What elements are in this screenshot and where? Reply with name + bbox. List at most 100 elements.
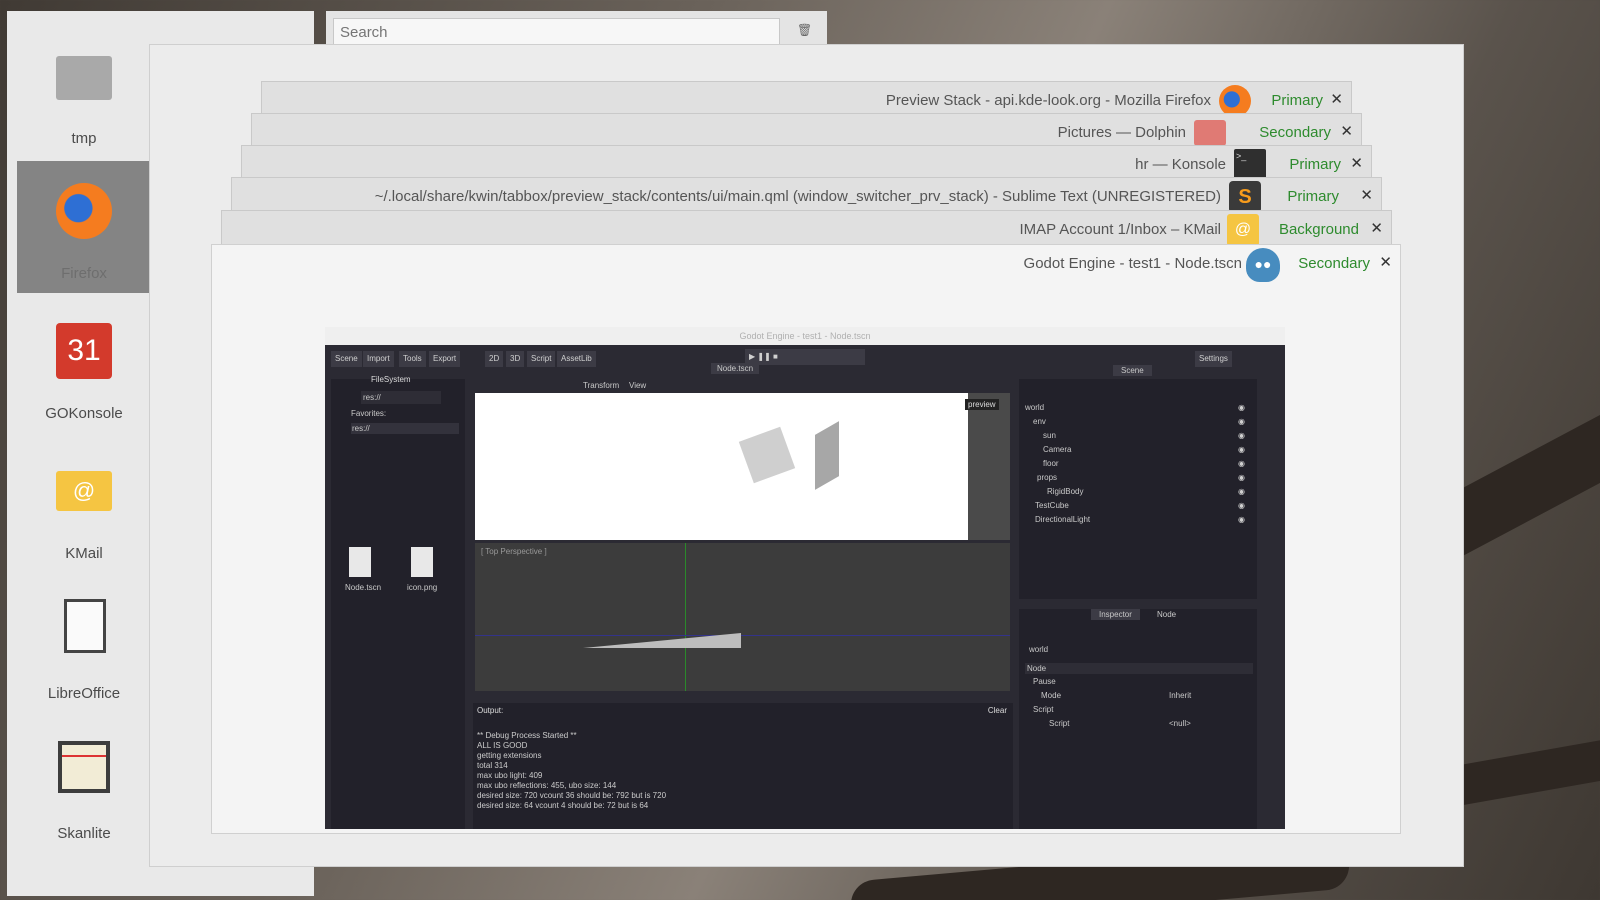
mode-script[interactable]: Script bbox=[527, 351, 556, 367]
output-line: desired size: 64 vcount 4 should be: 72 … bbox=[477, 801, 649, 810]
visibility-icon[interactable]: ◉ bbox=[1238, 459, 1245, 468]
output-line: ** Debug Process Started ** bbox=[477, 731, 577, 740]
res-folder-item[interactable]: res:// bbox=[351, 423, 459, 434]
inspector-dock: Inspector Node world Node Pause Mode Inh… bbox=[1019, 609, 1257, 829]
close-icon[interactable]: ✕ bbox=[1330, 90, 1343, 108]
clear-button[interactable]: Clear bbox=[988, 706, 1007, 715]
menu-import[interactable]: Import bbox=[363, 351, 394, 367]
scene-tree-label: RigidBody bbox=[1047, 487, 1084, 496]
visibility-icon[interactable]: ◉ bbox=[1238, 431, 1245, 440]
window-title: Godot Engine - test1 - Node.tscn bbox=[1023, 255, 1242, 272]
settings-button[interactable]: Settings bbox=[1195, 351, 1232, 367]
visibility-icon[interactable]: ◉ bbox=[1238, 473, 1245, 482]
dock-item-gokonsole[interactable]: 31 GOKonsole bbox=[17, 301, 151, 433]
scene-tree-label: sun bbox=[1043, 431, 1056, 440]
scene-dock: Scene world ◉ env ◉ sun ◉ Camera ◉ floor ◉ props ◉ R… bbox=[1019, 365, 1257, 599]
mode-assetlib[interactable]: AssetLib bbox=[557, 351, 596, 367]
scene-tree-item[interactable]: RigidBody ◉ bbox=[1025, 487, 1253, 501]
output-line: max ubo light: 409 bbox=[477, 771, 543, 780]
scene-tree-label: Camera bbox=[1043, 445, 1072, 454]
play-controls[interactable]: ▶ ❚❚ ■ bbox=[745, 349, 865, 365]
inspector-prop-mode: Mode bbox=[1041, 691, 1062, 700]
scene-tab[interactable]: Node.tscn bbox=[711, 363, 760, 374]
scene-tree-item[interactable]: Camera ◉ bbox=[1025, 445, 1253, 459]
visibility-icon[interactable]: ◉ bbox=[1238, 417, 1245, 426]
scene-tree-item[interactable]: TestCube ◉ bbox=[1025, 501, 1253, 515]
mode-3d[interactable]: 3D bbox=[506, 351, 525, 367]
close-icon[interactable]: ✕ bbox=[1350, 154, 1363, 172]
menu-tools[interactable]: Tools bbox=[399, 351, 426, 367]
close-icon[interactable]: ✕ bbox=[1370, 219, 1383, 237]
file-name[interactable]: Node.tscn bbox=[345, 583, 381, 592]
dock-item-kmail[interactable]: @ KMail bbox=[17, 441, 151, 573]
file-icon bbox=[349, 547, 371, 577]
camera-preview: preview bbox=[475, 393, 1010, 540]
script-value[interactable]: <null> bbox=[1169, 719, 1191, 728]
visibility-icon[interactable]: ◉ bbox=[1238, 445, 1245, 454]
mode-2d[interactable]: 2D bbox=[485, 351, 504, 367]
dock-item-label: Skanlite bbox=[57, 825, 111, 842]
mode-dropdown[interactable]: Inherit bbox=[1169, 691, 1191, 700]
menu-scene[interactable]: Scene bbox=[331, 351, 362, 367]
scene-tree-item[interactable]: DirectionalLight ◉ bbox=[1025, 515, 1253, 529]
scene-dock-tab[interactable]: Scene bbox=[1113, 365, 1152, 376]
scene-tree-item[interactable]: world ◉ bbox=[1025, 403, 1253, 417]
visibility-icon[interactable]: ◉ bbox=[1238, 501, 1245, 510]
window-title: hr — Konsole bbox=[1135, 156, 1226, 173]
inspector-section-script: Script bbox=[1033, 705, 1054, 714]
dock-item-libreoffice[interactable]: LibreOffice bbox=[17, 581, 151, 713]
dock-item-tmp[interactable]: tmp bbox=[17, 26, 151, 158]
close-icon[interactable]: ✕ bbox=[1340, 122, 1353, 140]
filesystem-tab[interactable]: FileSystem bbox=[371, 375, 411, 384]
output-line: max ubo reflections: 455, ubo size: 144 bbox=[477, 781, 617, 790]
toolbar-transform[interactable]: Transform bbox=[583, 381, 619, 390]
activity-label: Primary bbox=[1271, 92, 1323, 109]
menu-export[interactable]: Export bbox=[429, 351, 461, 367]
output-line: total 314 bbox=[477, 761, 508, 770]
output-log: ** Debug Process Started ** ALL IS GOOD ge… bbox=[477, 731, 666, 811]
scene-tree-item[interactable]: env ◉ bbox=[1025, 417, 1253, 431]
visibility-icon[interactable]: ◉ bbox=[1238, 515, 1245, 524]
trash-icon[interactable]: 🗑 bbox=[797, 23, 812, 37]
activity-label: Secondary bbox=[1298, 255, 1370, 272]
folder-icon bbox=[1194, 120, 1226, 146]
inspector-tab[interactable]: Inspector bbox=[1091, 609, 1140, 620]
output-panel: Output: Clear ** Debug Process Started *… bbox=[473, 703, 1013, 829]
filesystem-dock: FileSystem res:// Favorites: res:// Node… bbox=[331, 375, 465, 829]
scene-tree-label: props bbox=[1037, 473, 1058, 482]
output-label: Output: bbox=[477, 706, 504, 715]
dock-item-label: KMail bbox=[65, 545, 103, 562]
scene-tree-label: world bbox=[1025, 403, 1045, 412]
toolbar-view[interactable]: View bbox=[629, 381, 646, 390]
sublime-icon: S bbox=[1229, 181, 1261, 213]
activity-label: Background bbox=[1278, 221, 1359, 238]
node-tab[interactable]: Node bbox=[1151, 609, 1182, 620]
activity-label: Primary bbox=[1289, 156, 1341, 173]
scene-tree-item[interactable]: sun ◉ bbox=[1025, 431, 1253, 445]
visibility-icon[interactable]: ◉ bbox=[1238, 403, 1245, 412]
scene-tree-item[interactable]: props ◉ bbox=[1025, 473, 1253, 487]
close-icon[interactable]: ✕ bbox=[1360, 186, 1373, 204]
scene-tree-label: floor bbox=[1043, 459, 1059, 468]
favorites-label: Favorites: bbox=[351, 409, 387, 418]
close-icon[interactable]: ✕ bbox=[1379, 253, 1392, 271]
godot-window-thumbnail: Godot Engine - test1 - Node.tscn Scene I… bbox=[325, 327, 1285, 829]
dock-item-skanlite[interactable]: Skanlite bbox=[17, 721, 151, 853]
dock-item-label: LibreOffice bbox=[47, 685, 121, 702]
inspector-prop-script: Script bbox=[1049, 719, 1070, 728]
path-field[interactable]: res:// bbox=[361, 391, 441, 404]
output-line: getting extensions bbox=[477, 751, 542, 760]
scene-tree-item[interactable]: floor ◉ bbox=[1025, 459, 1253, 473]
mail-icon: @ bbox=[1227, 214, 1259, 246]
dock-item-firefox[interactable]: Firefox bbox=[17, 161, 151, 293]
activity-label: Primary bbox=[1287, 188, 1339, 205]
inspector-section-node: Node bbox=[1025, 663, 1253, 674]
scanner-icon bbox=[58, 741, 110, 793]
preview-toggle[interactable]: preview bbox=[965, 399, 999, 410]
file-name[interactable]: icon.png bbox=[407, 583, 437, 592]
activity-label: Secondary bbox=[1259, 124, 1331, 141]
visibility-icon[interactable]: ◉ bbox=[1238, 487, 1245, 496]
window-title: Preview Stack - api.kde-look.org - Mozil… bbox=[885, 92, 1211, 109]
search-input[interactable] bbox=[333, 18, 780, 46]
3d-viewport[interactable]: [ Top Perspective ] bbox=[475, 543, 1010, 691]
